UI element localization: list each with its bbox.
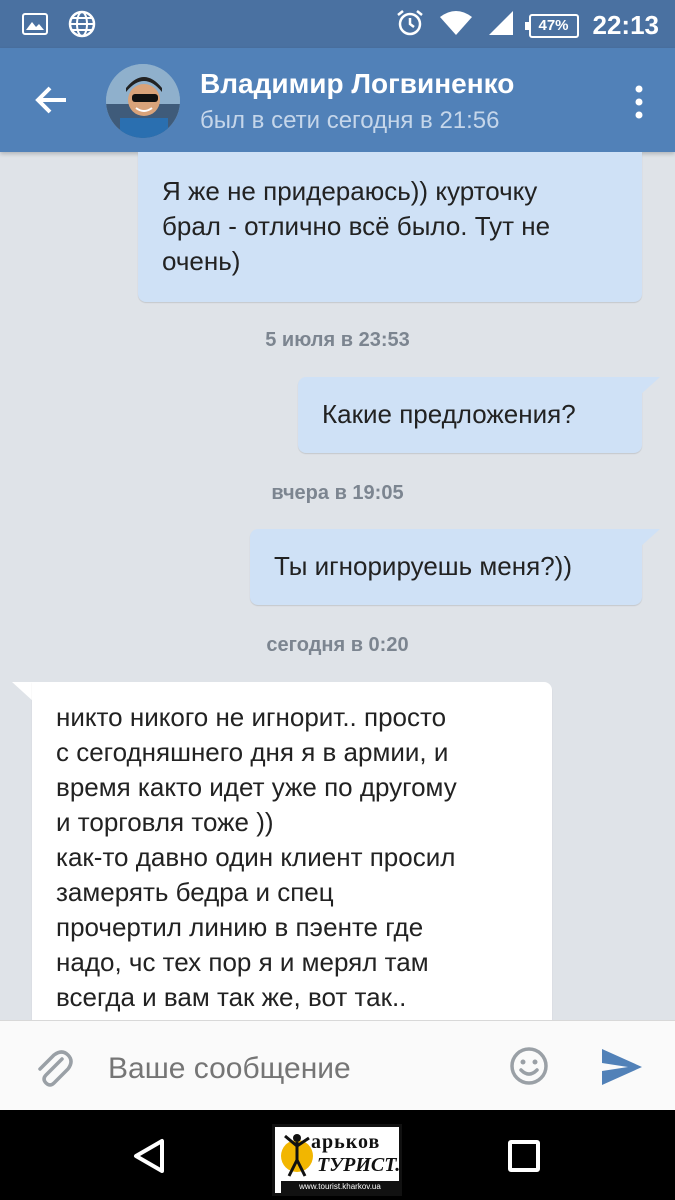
system-nav-bar: арьков ТУРИСТ. www.tourist.kharkov.ua bbox=[0, 1110, 675, 1200]
clock: 22:13 bbox=[592, 10, 660, 40]
message-input[interactable] bbox=[108, 1049, 488, 1089]
emoji-button[interactable] bbox=[508, 1045, 550, 1087]
bubble-tail bbox=[640, 529, 660, 547]
message-outgoing[interactable]: Какие предложения? bbox=[298, 377, 642, 453]
bubble-tail bbox=[12, 682, 34, 702]
message-outgoing[interactable]: Я же не придераюсь)) курточку брал - отл… bbox=[138, 152, 642, 302]
date-separator: сегодня в 0:20 bbox=[266, 634, 409, 656]
more-vertical-icon bbox=[635, 85, 643, 119]
avatar[interactable] bbox=[106, 64, 180, 138]
paperclip-icon bbox=[38, 1050, 73, 1087]
message-list[interactable]: Я же не придераюсь)) курточку брал - отл… bbox=[0, 152, 675, 1020]
message-text: Какие предложения? bbox=[322, 399, 576, 429]
triangle-back-icon bbox=[134, 1139, 164, 1173]
last-seen-status: был в сети сегодня в 21:56 bbox=[200, 107, 500, 134]
watermark-logo: арьков ТУРИСТ. www.tourist.kharkov.ua bbox=[272, 1124, 402, 1196]
message-composer bbox=[0, 1020, 675, 1110]
chat-header: Владимир Логвиненко был в сети сегодня в… bbox=[0, 48, 675, 152]
signal-icon bbox=[487, 9, 515, 42]
date-separator: 5 июля в 23:53 bbox=[265, 329, 410, 351]
bubble-tail bbox=[640, 377, 660, 395]
attach-button[interactable] bbox=[32, 1047, 74, 1089]
watermark-line2: ТУРИСТ. bbox=[317, 1154, 401, 1176]
more-menu-button[interactable] bbox=[633, 84, 645, 120]
avatar-image bbox=[106, 64, 180, 138]
message-outgoing[interactable]: Ты игнорируешь меня?)) bbox=[250, 529, 642, 605]
send-icon bbox=[602, 1049, 642, 1085]
image-icon bbox=[22, 13, 48, 40]
message-text: Я же не придераюсь)) курточку брал - отл… bbox=[162, 176, 551, 276]
alarm-icon bbox=[395, 8, 425, 43]
tourist-figure-icon bbox=[281, 1134, 313, 1177]
send-button[interactable] bbox=[600, 1047, 644, 1087]
messenger-screen: 47% 22:13 Владимир Логвиненко был в сети… bbox=[0, 0, 675, 1200]
watermark-line1: арьков bbox=[311, 1131, 381, 1153]
contact-name[interactable]: Владимир Логвиненко bbox=[200, 68, 514, 100]
message-text: никто никого не игнорит.. просто с сегод… bbox=[56, 702, 457, 1012]
date-separator: вчера в 19:05 bbox=[271, 482, 404, 504]
globe-icon bbox=[68, 10, 96, 43]
wifi-icon bbox=[439, 9, 473, 42]
watermark-url: www.tourist.kharkov.ua bbox=[281, 1181, 399, 1193]
nav-back-button[interactable] bbox=[132, 1138, 168, 1174]
message-text: Ты игнорируешь меня?)) bbox=[274, 551, 572, 581]
nav-recents-button[interactable] bbox=[508, 1140, 540, 1172]
smile-icon bbox=[510, 1047, 548, 1085]
battery-icon: 47% bbox=[524, 13, 579, 38]
back-button[interactable] bbox=[30, 78, 74, 122]
arrow-left-icon bbox=[35, 86, 66, 114]
status-bar: 47% 22:13 bbox=[0, 0, 675, 48]
message-incoming[interactable]: никто никого не игнорит.. просто с сегод… bbox=[32, 682, 552, 1020]
